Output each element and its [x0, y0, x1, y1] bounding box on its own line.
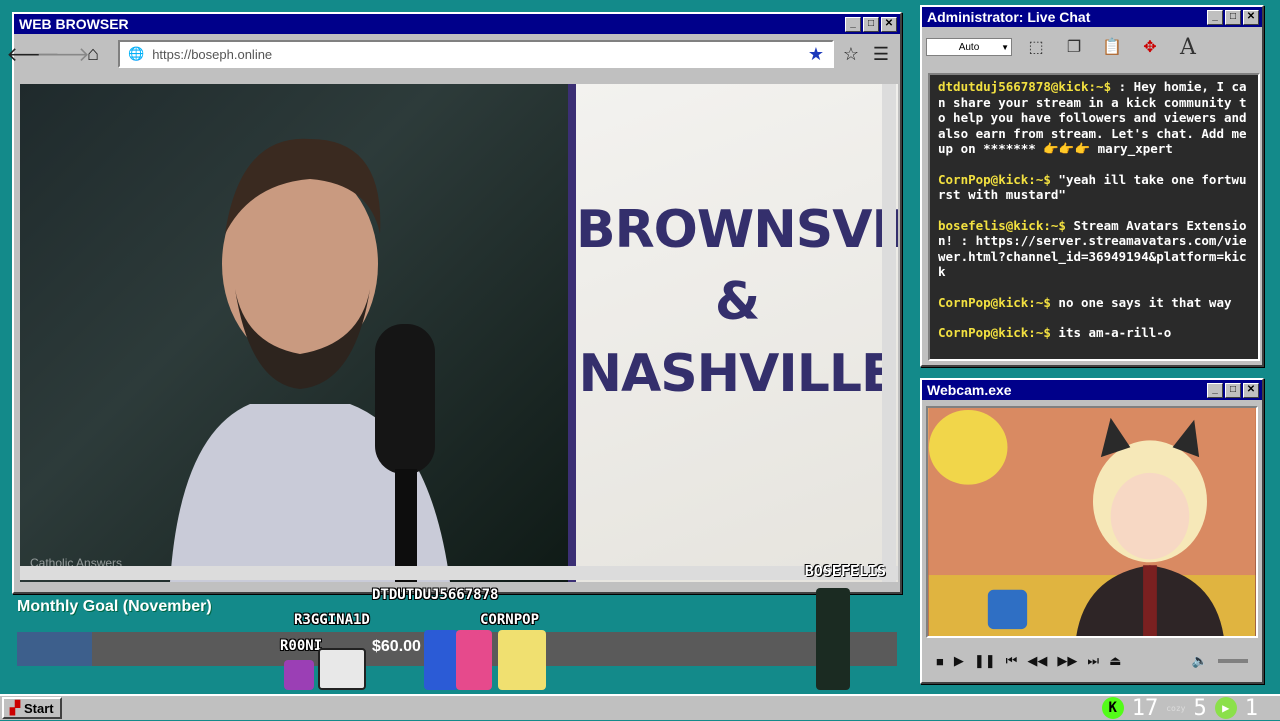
webcam-titlebar[interactable]: Webcam.exe _ □ ✕ [922, 380, 1262, 400]
host-person-image [170, 138, 450, 582]
horizontal-scrollbar[interactable] [20, 566, 898, 580]
chat-message: CornPop@kick:~$ no one says it that way [938, 295, 1250, 311]
chat-message: bosefelis@kick:~$ Stream Avatars Extensi… [938, 218, 1250, 280]
viewer-count: 5 [1193, 695, 1207, 721]
chat-toolbar: Auto ▼ ⬚ ❐ 📋 ✥ A [922, 27, 1262, 67]
font-icon[interactable]: A [1174, 33, 1202, 61]
webcam-view [926, 406, 1258, 638]
copy-icon[interactable]: ❐ [1060, 33, 1088, 61]
system-tray: K 17 cozy 5 ▶ 1 [1101, 695, 1278, 721]
goal-title: Monthly Goal (November) [17, 598, 212, 615]
eject-icon[interactable]: ⏏ [1109, 653, 1121, 669]
chat-titlebar[interactable]: Administrator: Live Chat _ □ ✕ [922, 7, 1262, 27]
chat-username: dtdutduj5667878@kick:~$ [938, 79, 1112, 94]
close-icon[interactable]: ✕ [1243, 9, 1259, 25]
chat-username: CornPop@kick:~$ [938, 294, 1051, 310]
minimize-icon[interactable]: _ [1207, 382, 1223, 398]
minimize-icon[interactable]: _ [845, 16, 861, 32]
avatar-name: DTDUTDUJ5667878 [372, 587, 499, 603]
close-icon[interactable]: ✕ [881, 16, 897, 32]
browser-title: WEB BROWSER [19, 16, 129, 32]
webcam-window: Webcam.exe _ □ ✕ ■ ▶ ❚❚ ⏮ ◀◀ ▶▶ ⏭ ⏏ 🔈 [920, 378, 1264, 684]
presentation-slide: BROWNSVILLE & NASHVILLE [568, 84, 898, 582]
goal-amount: $60.00 [372, 638, 421, 655]
chat-title: Administrator: Live Chat [927, 9, 1091, 25]
skip-forward-icon[interactable]: ⏭ [1087, 653, 1099, 669]
slide-text: BROWNSVILLE & NASHVILLE [576, 194, 898, 410]
avatar-sprite [498, 630, 546, 690]
chat-text: its am-a-rill-o [1050, 325, 1172, 340]
maximize-icon[interactable]: □ [1225, 9, 1241, 25]
url-text: https://boseph.online [152, 46, 273, 62]
chat-message: CornPop@kick:~$ its am-a-rill-o [938, 325, 1250, 341]
minimize-icon[interactable]: _ [1207, 9, 1223, 25]
avatar-sprite [284, 660, 314, 690]
browser-window: WEB BROWSER _ □ ✕ 🡐 🡒 ⌂ 🌐 https://boseph… [6, 12, 902, 594]
close-icon[interactable]: ✕ [1243, 382, 1259, 398]
play-icon[interactable]: ▶ [954, 653, 964, 669]
pause-icon[interactable]: ❚❚ [974, 653, 996, 669]
browser-navbar: 🡐 🡒 ⌂ 🌐 https://boseph.online ★ ☆ ☰ [6, 34, 900, 74]
avatar-sprite [456, 630, 492, 690]
taskbar: ▞ Start K 17 cozy 5 ▶ 1 [0, 694, 1280, 721]
webcam-title: Webcam.exe [927, 382, 1012, 398]
chat-username: CornPop@kick:~$ [938, 325, 1051, 340]
start-button[interactable]: ▞ Start [2, 697, 62, 719]
globe-icon: 🌐 [128, 46, 145, 61]
avatar-sprite [816, 588, 850, 690]
volume-slider[interactable] [1218, 659, 1248, 663]
fast-forward-icon[interactable]: ▶▶ [1057, 653, 1077, 669]
cozy-label: cozy [1166, 703, 1186, 713]
volume-icon[interactable]: 🔈 [1192, 653, 1208, 669]
windows-logo-icon: ▞ [10, 700, 20, 715]
anime-avatar-image [928, 408, 1256, 636]
paste-icon[interactable]: 📋 [1098, 33, 1126, 61]
other-count: 1 [1244, 695, 1258, 721]
chat-username: CornPop@kick:~$ [938, 171, 1051, 187]
kick-icon: K [1101, 697, 1124, 719]
skip-back-icon[interactable]: ⏮ [1006, 653, 1018, 669]
vertical-scrollbar[interactable] [882, 84, 896, 582]
avatar-sprite [424, 630, 458, 690]
select-icon[interactable]: ⬚ [1022, 33, 1050, 61]
media-controls: ■ ▶ ❚❚ ⏮ ◀◀ ▶▶ ⏭ ⏏ 🔈 [926, 646, 1258, 676]
avatar-sprite [318, 648, 366, 690]
play-circle-icon: ▶ [1214, 697, 1237, 719]
slide-line: BROWNSVILLE [576, 200, 898, 260]
rewind-icon[interactable]: ◀◀ [1027, 653, 1047, 669]
slide-line: NASHVILLE [578, 344, 896, 404]
streamer-name: BOSEFELIS [804, 562, 886, 580]
forward-arrow-icon[interactable]: 🡒 [36, 41, 90, 67]
chat-username: bosefelis@kick:~$ [938, 217, 1066, 233]
address-bar[interactable]: 🌐 https://boseph.online ★ [118, 40, 834, 68]
goal-progress-fill [17, 632, 92, 666]
chevron-down-icon: ▼ [1001, 42, 1009, 52]
chat-log: dtdutduj5667878@kick:~$ : Hey homie, I c… [928, 73, 1260, 361]
chat-message: CornPop@kick:~$ "yeah ill take one fortw… [938, 172, 1250, 203]
bookmark-star-icon[interactable]: ☆ [838, 41, 864, 67]
bookmark-star-filled-icon[interactable]: ★ [808, 44, 824, 65]
maximize-icon[interactable]: □ [1225, 382, 1241, 398]
stop-icon[interactable]: ■ [936, 654, 944, 669]
avatar-name: R3GGINA1D [294, 612, 370, 628]
home-icon[interactable]: ⌂ [80, 41, 106, 67]
slide-line: & [714, 272, 760, 332]
chat-message: dtdutduj5667878@kick:~$ : Hey homie, I c… [938, 79, 1250, 157]
font-size-select[interactable]: Auto ▼ [926, 38, 1012, 56]
start-label: Start [24, 700, 54, 716]
browser-viewport: Catholic Answers BROWNSVILLE & NASHVILLE [20, 84, 898, 582]
avatar-name: R00NI [280, 638, 323, 654]
chat-window: Administrator: Live Chat _ □ ✕ Auto ▼ ⬚ ❐… [920, 5, 1264, 367]
font-size-value: Auto [958, 41, 980, 53]
avatar-name: CORNPOP [480, 612, 540, 628]
host-video: Catholic Answers [20, 84, 568, 582]
maximize-icon[interactable]: □ [863, 16, 879, 32]
menu-icon[interactable]: ☰ [868, 41, 894, 67]
move-icon[interactable]: ✥ [1136, 33, 1164, 61]
chat-text: no one says it that way [1050, 294, 1232, 310]
browser-titlebar[interactable]: WEB BROWSER _ □ ✕ [14, 14, 900, 34]
follower-count: 17 [1131, 695, 1159, 721]
